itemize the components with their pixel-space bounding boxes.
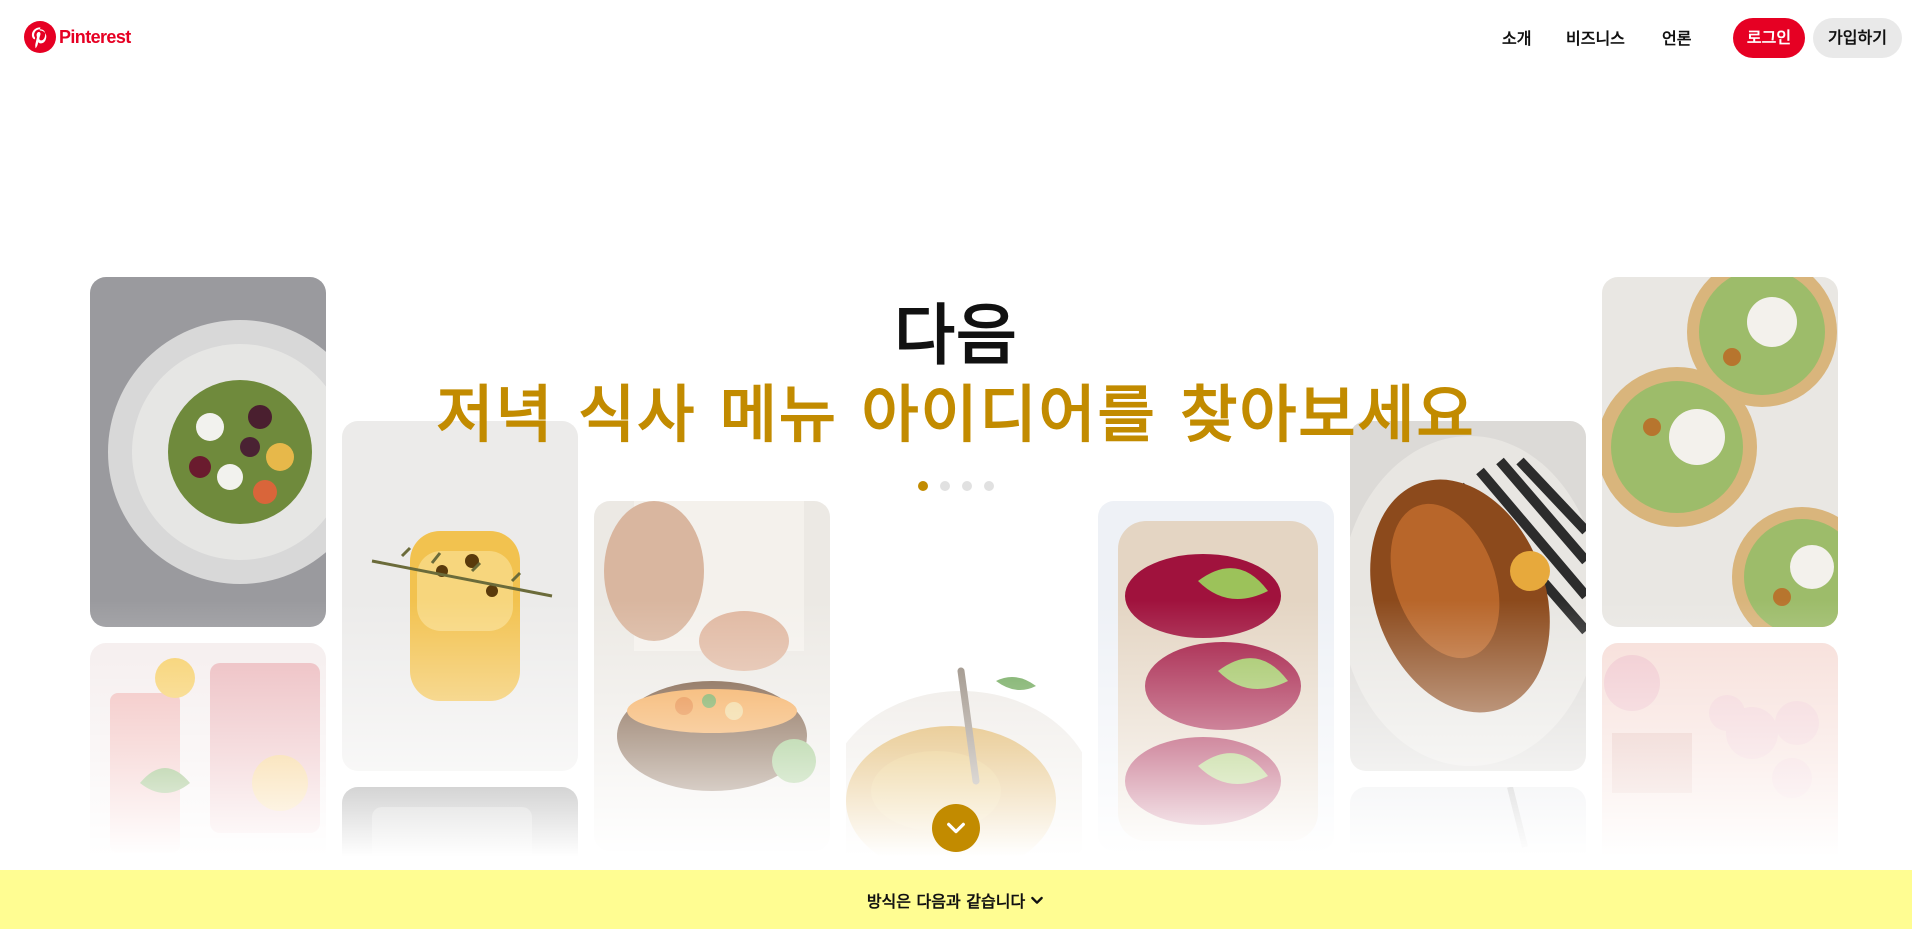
carousel-dots xyxy=(918,481,1006,491)
pin-pink-room-balloons[interactable] xyxy=(1602,643,1838,873)
header: Pinterest 소개 비즈니스 언론 로그인 가입하기 xyxy=(0,0,1912,78)
carousel-dot-3[interactable] xyxy=(962,481,972,491)
how-it-works-label: 방식은 다음과 같습니다 xyxy=(866,891,1026,911)
scroll-down-button[interactable] xyxy=(932,804,980,852)
carousel-dot-2[interactable] xyxy=(940,481,950,491)
login-button[interactable]: 로그인 xyxy=(1733,18,1805,58)
carousel-dot-4[interactable] xyxy=(984,481,994,491)
how-it-works-bar[interactable]: 방식은 다음과 같습니다 xyxy=(0,870,1912,929)
nav-link-press[interactable]: 언론 xyxy=(1662,21,1691,57)
nav-link-business[interactable]: 비즈니스 xyxy=(1566,21,1625,57)
pin-roast-chicken[interactable] xyxy=(1350,421,1586,771)
pin-vegetable-bowl[interactable] xyxy=(594,501,830,851)
pin-dark-dish[interactable] xyxy=(342,787,578,877)
chevron-down-icon xyxy=(1031,896,1044,904)
pin-turmeric-drink[interactable] xyxy=(342,421,578,771)
signup-button[interactable]: 가입하기 xyxy=(1813,18,1902,58)
logo-wordmark: Pinterest xyxy=(59,26,131,47)
pinterest-logo-icon xyxy=(24,21,56,53)
hero-heading-topic: 저녁 식사 메뉴 아이디어를 찾아보세요 xyxy=(436,378,1476,451)
pin-beet-avocado-toast[interactable] xyxy=(1098,501,1334,851)
nav-link-about[interactable]: 소개 xyxy=(1502,21,1531,57)
pinterest-logo[interactable]: Pinterest xyxy=(24,21,131,53)
carousel-dot-1[interactable] xyxy=(918,481,928,491)
pin-partial-plate[interactable] xyxy=(1350,787,1586,877)
pin-pink-lemonade[interactable] xyxy=(90,643,326,873)
chevron-down-icon xyxy=(947,822,965,834)
